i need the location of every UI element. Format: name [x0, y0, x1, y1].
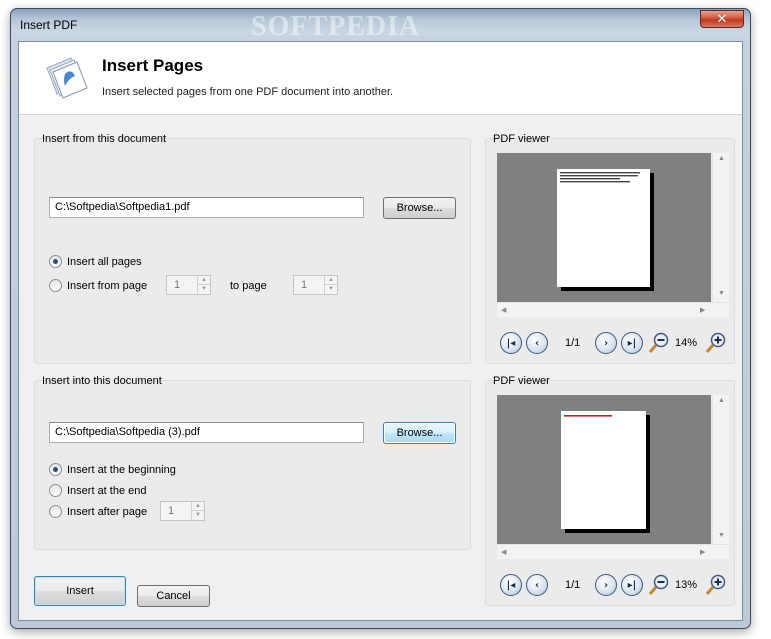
last-page-icon: ▸|	[627, 579, 637, 591]
last-page-button[interactable]: ▸|	[621, 332, 643, 354]
insert-all-pages-label: Insert all pages	[67, 255, 142, 268]
scroll-left-icon[interactable]: ◀	[501, 548, 506, 556]
target-browse-button[interactable]: Browse...	[383, 422, 456, 444]
top-viewer-canvas[interactable]	[497, 153, 711, 302]
to-page-value: 1	[301, 279, 308, 291]
source-group-label: Insert from this document	[42, 133, 167, 145]
bottom-viewer-group: PDF viewer ▲ ▼ ◀ ▶ |◂ ‹ 1/1 › ▸| 13%	[485, 375, 735, 606]
top-page-thumbnail	[557, 169, 650, 287]
stepper-down-icon[interactable]: ▼	[325, 285, 337, 294]
insert-beginning-radio[interactable]: Insert at the beginning	[49, 463, 176, 476]
top-zoom-level: 14%	[675, 337, 698, 349]
radio-indicator[interactable]	[49, 505, 62, 518]
insert-button[interactable]: Insert	[34, 576, 126, 606]
insert-end-label: Insert at the end	[67, 484, 147, 497]
title-bar[interactable]: Insert PDF SOFTPEDIA ✕	[11, 9, 750, 42]
from-page-value: 1	[174, 279, 181, 291]
scroll-up-icon[interactable]: ▲	[718, 155, 725, 162]
bottom-viewer-label: PDF viewer	[493, 375, 550, 387]
scroll-left-icon[interactable]: ◀	[501, 306, 506, 314]
close-button[interactable]: ✕	[700, 10, 744, 28]
dialog-client: Insert Pages Insert selected pages from …	[18, 41, 743, 621]
prev-page-button[interactable]: ‹	[526, 574, 548, 596]
window-title: Insert PDF	[20, 18, 78, 32]
scroll-down-icon[interactable]: ▼	[718, 532, 725, 539]
insert-after-page-radio[interactable]: Insert after page	[49, 505, 147, 518]
watermark: SOFTPEDIA	[251, 11, 421, 42]
top-viewer-hscroll[interactable]: ◀ ▶	[497, 302, 729, 317]
next-page-button[interactable]: ›	[595, 332, 617, 354]
cancel-button[interactable]: Cancel	[137, 585, 210, 607]
bottom-page-thumbnail	[561, 411, 646, 529]
top-viewer-label: PDF viewer	[493, 133, 550, 145]
first-page-button[interactable]: |◂	[500, 332, 522, 354]
scroll-up-icon[interactable]: ▲	[718, 397, 725, 404]
stepper-arrows[interactable]: ▲ ▼	[324, 276, 337, 294]
last-page-button[interactable]: ▸|	[621, 574, 643, 596]
stepper-arrows[interactable]: ▲ ▼	[191, 502, 204, 520]
zoom-out-icon[interactable]	[647, 331, 671, 355]
bottom-viewer-hscroll[interactable]: ◀ ▶	[497, 544, 729, 559]
top-viewer-group: PDF viewer ▲ ▼ ◀ ▶ |◂ ‹ 1/1 › ▸| 14%	[485, 133, 735, 364]
pdf-pages-icon	[41, 54, 91, 102]
insert-pdf-window: Insert PDF SOFTPEDIA ✕ Insert Pages Inse…	[10, 8, 751, 629]
target-path-field[interactable]: C:\Softpedia\Softpedia (3).pdf	[49, 422, 364, 443]
target-group-label: Insert into this document	[42, 375, 162, 387]
insert-end-radio[interactable]: Insert at the end	[49, 484, 147, 497]
radio-indicator[interactable]	[49, 484, 62, 497]
dialog-header: Insert Pages Insert selected pages from …	[19, 42, 742, 115]
prev-page-icon: ‹	[534, 337, 540, 349]
after-page-value: 1	[168, 505, 175, 517]
stepper-up-icon[interactable]: ▲	[325, 276, 337, 285]
next-page-icon: ›	[603, 579, 609, 591]
prev-page-icon: ‹	[534, 579, 540, 591]
first-page-icon: |◂	[506, 337, 516, 349]
bottom-page-indicator: 1/1	[565, 579, 581, 591]
first-page-icon: |◂	[506, 579, 516, 591]
zoom-in-icon[interactable]	[704, 573, 728, 597]
scroll-right-icon[interactable]: ▶	[700, 548, 705, 556]
scroll-right-icon[interactable]: ▶	[700, 306, 705, 314]
bottom-viewer-vscroll[interactable]: ▲ ▼	[712, 395, 729, 544]
header-subtitle: Insert selected pages from one PDF docum…	[102, 86, 394, 98]
stepper-down-icon[interactable]: ▼	[192, 511, 204, 520]
stepper-down-icon[interactable]: ▼	[198, 285, 210, 294]
zoom-out-icon[interactable]	[647, 573, 671, 597]
from-page-stepper[interactable]: 1 ▲ ▼	[166, 275, 211, 295]
zoom-in-icon[interactable]	[704, 331, 728, 355]
bottom-viewer-canvas[interactable]	[497, 395, 711, 544]
insert-after-page-label: Insert after page	[67, 505, 148, 518]
insert-beginning-label: Insert at the beginning	[67, 463, 176, 476]
radio-indicator[interactable]	[49, 463, 62, 476]
to-page-stepper[interactable]: 1 ▲ ▼	[293, 275, 338, 295]
bottom-zoom-level: 13%	[675, 579, 698, 591]
stepper-arrows[interactable]: ▲ ▼	[197, 276, 210, 294]
after-page-stepper[interactable]: 1 ▲ ▼	[160, 501, 205, 521]
insert-all-pages-radio[interactable]: Insert all pages	[49, 255, 142, 268]
insert-from-page-radio[interactable]: Insert from page	[49, 279, 147, 292]
next-page-icon: ›	[603, 337, 609, 349]
to-page-label: to page	[230, 280, 267, 292]
scroll-down-icon[interactable]: ▼	[718, 290, 725, 297]
stepper-up-icon[interactable]: ▲	[192, 502, 204, 511]
target-group: Insert into this document C:\Softpedia\S…	[34, 375, 471, 550]
source-group: Insert from this document C:\Softpedia\S…	[34, 133, 471, 364]
source-path-field[interactable]: C:\Softpedia\Softpedia1.pdf	[49, 197, 364, 218]
first-page-button[interactable]: |◂	[500, 574, 522, 596]
top-page-indicator: 1/1	[565, 337, 581, 349]
insert-from-page-label: Insert from page	[67, 279, 148, 292]
header-title: Insert Pages	[102, 56, 204, 75]
last-page-icon: ▸|	[627, 337, 637, 349]
next-page-button[interactable]: ›	[595, 574, 617, 596]
stepper-up-icon[interactable]: ▲	[198, 276, 210, 285]
prev-page-button[interactable]: ‹	[526, 332, 548, 354]
top-viewer-vscroll[interactable]: ▲ ▼	[712, 153, 729, 302]
close-icon: ✕	[716, 11, 728, 27]
radio-indicator[interactable]	[49, 255, 62, 268]
radio-indicator[interactable]	[49, 279, 62, 292]
source-browse-button[interactable]: Browse...	[383, 197, 456, 219]
